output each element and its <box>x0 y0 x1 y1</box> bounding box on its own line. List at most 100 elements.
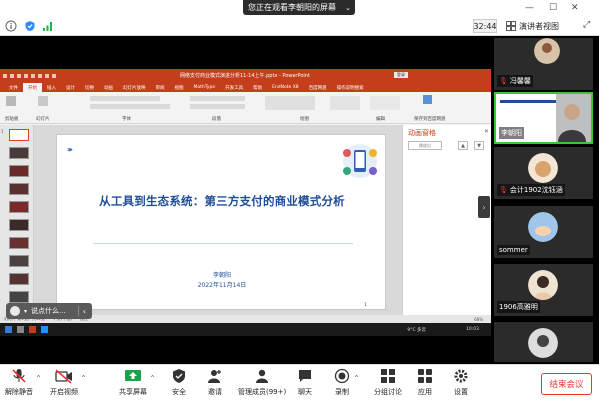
slide-thumbnail[interactable] <box>9 273 29 285</box>
ppt-tab[interactable]: 幻灯片放映 <box>118 85 151 91</box>
chevron-up-icon[interactable]: ^ <box>150 375 155 382</box>
emoji-icon[interactable] <box>10 306 20 316</box>
font-format-row[interactable] <box>90 104 170 109</box>
mic-muted-icon: 🎙︎ <box>499 77 508 85</box>
ppt-tab[interactable]: 操作说明搜索 <box>332 85 369 91</box>
apps-button[interactable]: 应用 <box>416 367 434 397</box>
participant-tile[interactable]: 🎙︎ 会计1902沈钰涵 <box>494 147 593 199</box>
slide-thumbnail[interactable] <box>9 237 29 249</box>
meeting-timer: 32:44 <box>473 19 497 33</box>
invite-button[interactable]: 邀请 <box>206 367 224 397</box>
ppt-ribbon: 剪贴板 幻灯片 字体 段落 绘图 编辑 保存到百度网盘 <box>0 92 491 124</box>
security-button[interactable]: 安全 <box>170 367 188 397</box>
zoom-level[interactable]: 68% <box>474 317 483 322</box>
editing-group[interactable] <box>370 96 400 110</box>
slide-thumbnail[interactable] <box>9 183 29 195</box>
participant-tile[interactable] <box>494 322 593 362</box>
ppt-tab[interactable]: 开发工具 <box>220 85 248 91</box>
share-screen-button[interactable]: 共享屏幕 ^ <box>119 367 155 397</box>
zoom-app-icon[interactable] <box>41 326 48 333</box>
powerpoint-app-icon[interactable] <box>29 326 36 333</box>
participant-name: 李朝阳 <box>499 127 524 139</box>
chat-placeholder: 说点什么... <box>31 307 66 315</box>
share-banner-text: 您正在观看李朝阳的屏幕 <box>248 3 336 12</box>
breakout-rooms-button[interactable]: 分组讨论 <box>374 367 402 397</box>
fullscreen-icon[interactable]: ⤢ <box>583 20 590 30</box>
slide-author: 李朝阳 <box>212 272 231 279</box>
ppt-tab[interactable]: 切换 <box>80 85 99 91</box>
close-icon[interactable]: ✕ <box>484 128 489 135</box>
move-up-icon[interactable]: ▲ <box>458 141 468 150</box>
info-icon[interactable] <box>5 20 17 32</box>
collapse-strip-button[interactable]: › <box>478 196 490 218</box>
screen-share-banner[interactable]: 您正在观看李朝阳的屏幕 ⌄ <box>243 0 355 15</box>
participant-tile[interactable]: 🎙︎ 冯馨馨 <box>494 38 593 90</box>
slide-thumbnail[interactable] <box>9 255 29 267</box>
manage-participants-button[interactable]: 管理成员(99+) <box>238 367 286 397</box>
baidu-cloud-icon[interactable] <box>423 95 432 104</box>
slide-thumbnail[interactable] <box>9 201 29 213</box>
settings-button[interactable]: 设置 <box>452 367 470 397</box>
ppt-tab[interactable]: 百度网盘 <box>304 85 332 91</box>
breakout-rooms-icon <box>379 367 397 385</box>
participant-tile[interactable]: 1906高雅明 <box>494 264 593 316</box>
chevron-down-icon: ▾ <box>24 307 28 315</box>
paragraph-row-2[interactable] <box>190 104 245 109</box>
participant-tile-active-speaker[interactable]: 李朝阳 <box>494 92 593 144</box>
ppt-tab[interactable]: 文件 <box>4 85 23 91</box>
arrange-styles[interactable] <box>330 96 360 110</box>
maximize-icon[interactable]: ☐ <box>549 3 557 13</box>
unmute-button[interactable]: 解除静音 ^ <box>5 367 41 397</box>
slide-thumbnail-selected[interactable] <box>9 129 29 141</box>
slide-thumbnail[interactable] <box>9 291 29 303</box>
chevron-up-icon[interactable]: ^ <box>36 375 41 382</box>
ppt-tab[interactable]: 动画 <box>99 85 118 91</box>
start-icon[interactable] <box>5 326 12 333</box>
slide-thumbnail[interactable] <box>9 147 29 159</box>
participant-name-text: 会计1902沈钰涵 <box>509 186 563 194</box>
ppt-tab[interactable]: 插入 <box>42 85 61 91</box>
record-button[interactable]: 录制 ^ <box>333 367 359 397</box>
chevron-up-icon[interactable]: ^ <box>354 375 359 382</box>
ppt-tab[interactable]: 审阅 <box>151 85 170 91</box>
participant-tile[interactable]: sommer <box>494 206 593 258</box>
slide-thumbnail[interactable] <box>9 219 29 231</box>
ppt-tab[interactable]: EndNote X8 <box>267 85 304 90</box>
new-slide-icon[interactable] <box>38 96 48 106</box>
ppt-tab[interactable]: 视图 <box>170 85 189 91</box>
end-meeting-button[interactable]: 结束会议 <box>541 373 592 395</box>
shield-icon[interactable] <box>24 20 36 32</box>
start-video-button[interactable]: 开启视频 ^ <box>50 367 86 397</box>
participant-name: 🎙︎ 会计1902沈钰涵 <box>497 184 565 196</box>
shapes-gallery[interactable] <box>265 96 315 110</box>
paragraph-row[interactable] <box>190 96 245 101</box>
font-name-box[interactable] <box>90 96 160 101</box>
slide-title: 从工具到生态系统：第三方支付的商业模式分析 <box>99 194 345 208</box>
speaker-view-button[interactable]: 演讲者视图 <box>506 18 559 34</box>
chat-button[interactable]: 聊天 <box>296 367 314 397</box>
ppt-login-button[interactable]: 登录 <box>394 72 408 78</box>
powerpoint-window: 网络支付商业模式演进分析11-14上午.pptx - PowerPoint 登录… <box>0 69 491 336</box>
chevron-left-icon[interactable]: ‹ <box>83 307 86 316</box>
slide[interactable]: ››› 从工具到生态系统：第三方支付的商业模式分析 李朝阳 2022年11月14… <box>56 134 386 310</box>
ppt-tab[interactable]: 设计 <box>61 85 80 91</box>
paste-icon[interactable] <box>6 96 16 106</box>
minimize-icon[interactable]: — <box>525 3 534 13</box>
chevron-up-icon[interactable]: ^ <box>81 375 86 382</box>
ribbon-group-label: 保存到百度网盘 <box>414 117 446 122</box>
chat-quick-input[interactable]: ▾ 说点什么... ‹ <box>6 303 92 319</box>
ppt-tab[interactable]: 帮助 <box>248 85 267 91</box>
chevron-down-icon[interactable]: ⌄ <box>345 4 351 12</box>
slide-thumbnail-pane: 1 <box>0 125 34 315</box>
ppt-tab-active[interactable]: 开始 <box>23 83 42 92</box>
slide-thumbnail[interactable] <box>9 165 29 177</box>
taskbar-clock: 10:03 <box>466 327 479 332</box>
search-icon[interactable] <box>17 326 24 333</box>
play-from-button[interactable]: 播放自 <box>408 141 442 150</box>
close-icon[interactable]: ✕ <box>571 3 579 13</box>
quick-access-toolbar[interactable] <box>0 74 180 78</box>
signal-strength-icon[interactable] <box>42 20 54 32</box>
apps-icon <box>416 367 434 385</box>
move-down-icon[interactable]: ▼ <box>474 141 484 150</box>
ppt-tab[interactable]: MathType <box>189 85 221 90</box>
